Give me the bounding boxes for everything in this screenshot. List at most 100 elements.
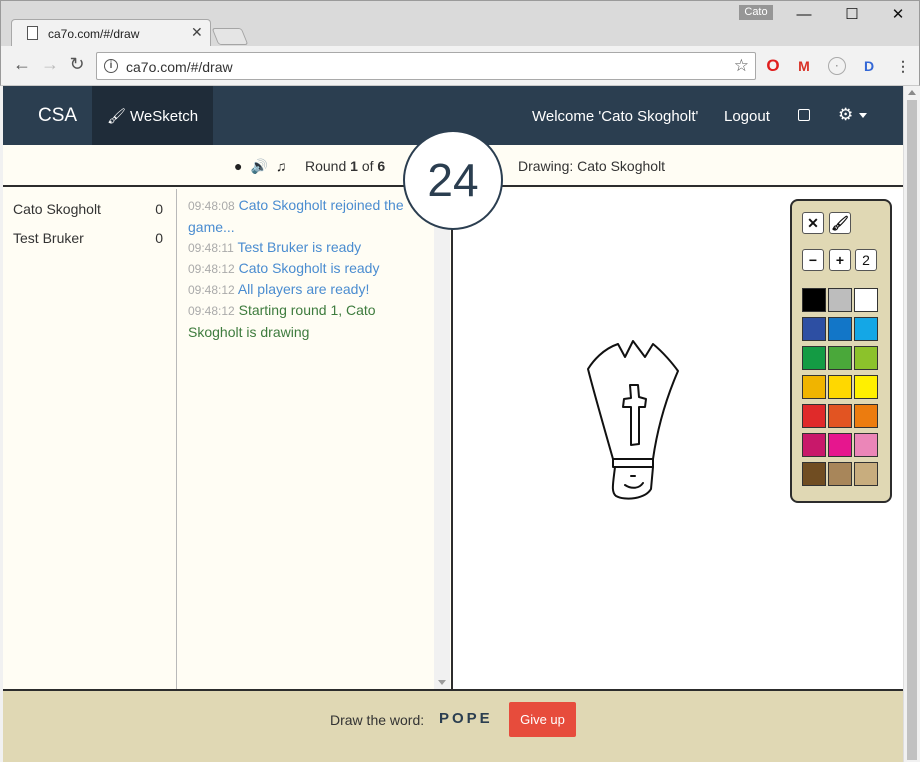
color-swatch[interactable]: [828, 288, 852, 312]
color-swatch[interactable]: [802, 317, 826, 341]
chat-message: 09:48:11 Test Bruker is ready: [188, 237, 424, 259]
bookmark-star-icon[interactable]: ☆: [734, 56, 749, 76]
color-swatch[interactable]: [854, 317, 878, 341]
color-swatch[interactable]: [854, 462, 878, 486]
secret-word: POPE: [439, 710, 493, 727]
color-swatch[interactable]: [854, 404, 878, 428]
round-of: of: [361, 158, 374, 174]
scrollbar-thumb[interactable]: [907, 100, 917, 760]
color-swatch[interactable]: [802, 462, 826, 486]
browser-toolbar: ← → ↻ i ca7o.com/#/draw ☆ O M · D ⋮: [0, 46, 920, 86]
github-icon[interactable]: ●: [234, 158, 242, 174]
browser-tab[interactable]: ca7o.com/#/draw ✕: [11, 19, 211, 48]
color-swatch[interactable]: [854, 288, 878, 312]
color-swatch[interactable]: [854, 346, 878, 370]
menu-icon[interactable]: ⋮: [894, 57, 912, 75]
decrease-size-icon[interactable]: −: [802, 249, 824, 271]
player-list: Cato Skogholt 0 Test Bruker 0: [3, 189, 177, 689]
page-icon: [27, 26, 38, 40]
player-name: Cato Skogholt: [13, 201, 101, 217]
give-up-button[interactable]: Give up: [509, 702, 576, 737]
brand-link[interactable]: CSA: [38, 105, 77, 127]
chat-message: 09:48:12 Starting round 1, Cato Skogholt…: [188, 300, 424, 343]
drawing-player: Drawing: Cato Skogholt: [518, 158, 666, 174]
music-icon[interactable]: ♫: [276, 158, 287, 174]
browser-tabstrip: ca7o.com/#/draw ✕ Cato — ☐ ✕: [0, 0, 920, 48]
increase-size-icon[interactable]: +: [829, 249, 851, 271]
player-name: Test Bruker: [13, 230, 84, 246]
ext-d-icon[interactable]: D: [860, 57, 878, 75]
drawing-palette: ✕ 🖌 − + 2: [790, 199, 892, 503]
chat-scrollbar[interactable]: [434, 189, 450, 689]
opera-icon[interactable]: O: [764, 57, 782, 75]
chat-text: Test Bruker is ready: [237, 239, 362, 255]
profile-badge[interactable]: Cato: [739, 5, 773, 20]
chat-timestamp: 09:48:11: [188, 241, 234, 255]
color-swatch[interactable]: [828, 346, 852, 370]
chat-message: 09:48:12 All players are ready!: [188, 279, 424, 301]
chat-text: All players are ready!: [237, 281, 370, 297]
color-swatch[interactable]: [802, 346, 826, 370]
fullscreen-icon[interactable]: [798, 109, 810, 121]
welcome-text: Welcome 'Cato Skogholt': [532, 108, 699, 125]
tab-close-icon[interactable]: ✕: [191, 24, 203, 41]
reload-button[interactable]: ↻: [67, 54, 87, 74]
word-bar: Draw the word: POPE Give up: [3, 689, 903, 762]
chat-timestamp: 09:48:12: [188, 283, 235, 297]
player-score: 0: [155, 230, 163, 246]
close-window-button[interactable]: ✕: [883, 5, 913, 27]
gmail-icon[interactable]: M: [795, 57, 813, 75]
new-tab-button[interactable]: [211, 28, 249, 45]
round-label: Round: [305, 158, 347, 174]
chat-timestamp: 09:48:12: [188, 262, 235, 276]
brush-icon[interactable]: 🖌: [829, 212, 851, 234]
ext-circle-icon[interactable]: ·: [828, 57, 846, 75]
logout-link[interactable]: Logout: [724, 108, 770, 125]
page-scrollbar[interactable]: [903, 86, 920, 762]
chat-text: Cato Skogholt is ready: [238, 260, 380, 276]
info-icon[interactable]: i: [104, 59, 118, 73]
color-swatch[interactable]: [802, 404, 826, 428]
minimize-button[interactable]: —: [789, 5, 819, 27]
scroll-down-icon[interactable]: [438, 680, 446, 685]
maximize-button[interactable]: ☐: [837, 5, 867, 27]
back-button[interactable]: ←: [12, 54, 32, 74]
chat-timestamp: 09:48:08: [188, 199, 235, 213]
nav-item-label: WeSketch: [130, 108, 199, 125]
chat-log[interactable]: 09:48:08 Cato Skogholt rejoined the game…: [178, 189, 434, 689]
color-swatch[interactable]: [802, 433, 826, 457]
chat-timestamp: 09:48:12: [188, 304, 235, 318]
round-indicator: Round 1 of 6: [305, 158, 385, 174]
chevron-down-icon[interactable]: [859, 113, 867, 118]
player-row: Test Bruker 0: [13, 230, 163, 246]
chat-message: 09:48:08 Cato Skogholt rejoined the game…: [188, 195, 424, 238]
app: CSA 🖌 WeSketch Welcome 'Cato Skogholt' L…: [3, 86, 903, 762]
forward-button[interactable]: →: [40, 54, 60, 74]
chat-message: 09:48:12 Cato Skogholt is ready: [188, 258, 424, 280]
countdown-timer: 24: [403, 130, 503, 230]
brush-size-value: 2: [855, 249, 877, 271]
color-swatch[interactable]: [802, 288, 826, 312]
clear-icon[interactable]: ✕: [802, 212, 824, 234]
brush-icon: 🖌: [107, 108, 127, 125]
scroll-up-icon[interactable]: [908, 90, 916, 95]
word-prompt: Draw the word:: [330, 712, 425, 728]
color-swatch[interactable]: [828, 462, 852, 486]
sound-icon[interactable]: 🔊: [250, 158, 267, 174]
color-swatch[interactable]: [828, 433, 852, 457]
address-bar[interactable]: i ca7o.com/#/draw ☆: [96, 52, 756, 80]
round-current: 1: [350, 158, 358, 174]
color-swatch[interactable]: [828, 317, 852, 341]
color-swatch[interactable]: [828, 375, 852, 399]
color-swatch[interactable]: [854, 433, 878, 457]
nav-item-wesketch[interactable]: 🖌 WeSketch: [92, 86, 213, 145]
tab-title: ca7o.com/#/draw: [48, 27, 140, 41]
color-swatch[interactable]: [802, 375, 826, 399]
color-swatch[interactable]: [854, 375, 878, 399]
player-row: Cato Skogholt 0: [13, 201, 163, 217]
address-url: ca7o.com/#/draw: [126, 59, 233, 75]
player-score: 0: [155, 201, 163, 217]
round-total: 6: [377, 158, 386, 174]
color-swatch[interactable]: [828, 404, 852, 428]
gear-icon[interactable]: ⚙: [838, 105, 853, 125]
